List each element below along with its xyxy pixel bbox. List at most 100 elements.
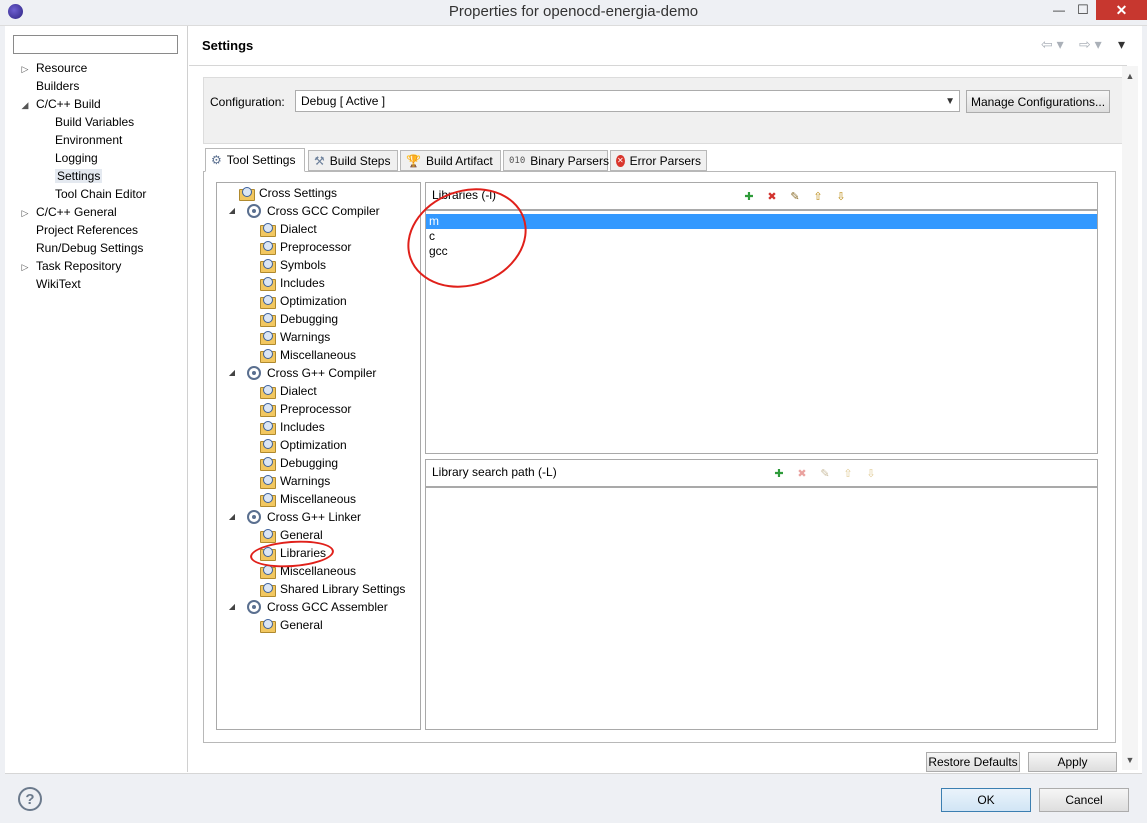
list-item[interactable]: m xyxy=(426,214,1097,229)
tree-leaf-node[interactable]: Shared Library Settings xyxy=(260,580,405,598)
list-item[interactable]: gcc xyxy=(426,244,1097,259)
tree-node-label: Miscellaneous xyxy=(280,492,357,506)
tree-leaf-node[interactable]: Debugging xyxy=(260,310,338,328)
help-icon[interactable]: ? xyxy=(18,787,42,811)
apply-button[interactable]: Apply xyxy=(1028,752,1117,772)
library-search-path-list[interactable] xyxy=(425,487,1098,730)
maximize-button[interactable]: ☐ xyxy=(1072,0,1094,20)
tree-leaf-node[interactable]: Warnings xyxy=(260,328,330,346)
tab-label: Error Parsers xyxy=(629,153,701,168)
collapse-icon[interactable]: ◢ xyxy=(227,202,237,220)
navigation-tree: ▷ Resource Builders ◢ C/C++ Build Build Varia… xyxy=(20,59,185,293)
tree-leaf-node[interactable]: Cross Settings xyxy=(239,184,337,202)
edit-icon[interactable]: ✎ xyxy=(788,189,802,203)
nav-item[interactable]: Run/Debug Settings xyxy=(20,239,185,257)
tree-node-label: Cross G++ Linker xyxy=(267,510,362,524)
scroll-down-icon[interactable]: ▼ xyxy=(1122,752,1138,768)
expand-icon[interactable]: ▷ xyxy=(20,204,30,222)
option-category-icon xyxy=(260,529,276,543)
tree-leaf-node[interactable]: Preprocessor xyxy=(260,238,351,256)
libraries-header: Libraries (-l) ✚ ✖ ✎ ⇧ ⇩ xyxy=(425,182,1098,210)
tree-tool-node[interactable]: ◢ Cross GCC Assembler xyxy=(227,598,388,616)
libraries-list[interactable]: m c gcc xyxy=(425,210,1098,454)
move-up-icon[interactable]: ⇧ xyxy=(811,189,825,203)
tree-leaf-node[interactable]: Preprocessor xyxy=(260,400,351,418)
tree-leaf-node[interactable]: Dialect xyxy=(260,220,317,238)
tree-leaf-node[interactable]: Libraries xyxy=(260,544,326,562)
tree-leaf-node[interactable]: Optimization xyxy=(260,436,347,454)
vertical-scrollbar[interactable] xyxy=(1122,66,1138,770)
nav-item-label: Settings xyxy=(55,169,103,183)
tree-leaf-node[interactable]: Miscellaneous xyxy=(260,562,356,580)
tab-build-steps[interactable]: ⚒ Build Steps xyxy=(308,150,398,171)
collapse-icon[interactable]: ◢ xyxy=(227,508,237,526)
tool-settings-tree: Cross Settings ◢ Cross GCC Compiler Dialect… xyxy=(216,182,421,730)
tree-leaf-node[interactable]: Optimization xyxy=(260,292,347,310)
tree-leaf-node[interactable]: Symbols xyxy=(260,256,326,274)
close-button[interactable]: ✕ xyxy=(1096,0,1147,20)
delete-icon[interactable]: ✖ xyxy=(765,189,779,203)
tree-tool-node[interactable]: ◢ Cross G++ Linker xyxy=(227,508,361,526)
nav-item-label: Task Repository xyxy=(36,259,122,273)
tree-leaf-node[interactable]: Debugging xyxy=(260,454,338,472)
move-down-icon[interactable]: ⇩ xyxy=(834,189,848,203)
scroll-up-icon[interactable]: ▲ xyxy=(1122,68,1138,84)
page-title: Settings xyxy=(202,38,254,53)
tree-leaf-node[interactable]: General xyxy=(260,616,323,634)
tree-leaf-node[interactable]: Miscellaneous xyxy=(260,346,356,364)
minimize-button[interactable]: — xyxy=(1048,0,1070,20)
filter-input[interactable] xyxy=(13,35,178,54)
nav-item[interactable]: WikiText xyxy=(20,275,185,293)
nav-item[interactable]: ▷ Task Repository xyxy=(20,257,185,275)
collapse-icon[interactable]: ◢ xyxy=(227,364,237,382)
nav-item[interactable]: Project References xyxy=(20,221,185,239)
manage-configurations-button[interactable]: Manage Configurations... xyxy=(966,90,1110,113)
nav-item[interactable]: ◢ C/C++ Build xyxy=(20,95,185,113)
delete-icon[interactable]: ✖ xyxy=(795,466,809,480)
move-up-icon[interactable]: ⇧ xyxy=(841,466,855,480)
configuration-label: Configuration: xyxy=(210,95,285,109)
option-category-icon xyxy=(260,439,276,453)
view-menu-icon[interactable]: ▾ xyxy=(1118,36,1125,53)
chevron-down-icon: ▼ xyxy=(945,96,955,107)
list-item[interactable]: c xyxy=(426,229,1097,244)
tree-leaf-node[interactable]: Includes xyxy=(260,274,325,292)
tree-leaf-node[interactable]: Warnings xyxy=(260,472,330,490)
tree-node-label: Includes xyxy=(280,420,325,434)
move-down-icon[interactable]: ⇩ xyxy=(864,466,878,480)
tree-tool-node[interactable]: ◢ Cross GCC Compiler xyxy=(227,202,380,220)
nav-item[interactable]: ▷ C/C++ General xyxy=(20,203,185,221)
tree-leaf-node[interactable]: Miscellaneous xyxy=(260,490,356,508)
configuration-select[interactable]: Debug [ Active ] ▼ xyxy=(295,90,960,112)
tab-tool-settings[interactable]: ⚙ Tool Settings xyxy=(205,148,305,172)
nav-item[interactable]: Build Variables xyxy=(20,113,185,131)
add-icon[interactable]: ✚ xyxy=(772,466,786,480)
tab-label: Binary Parsers xyxy=(530,153,609,168)
collapse-icon[interactable]: ◢ xyxy=(227,598,237,616)
expand-icon[interactable]: ▷ xyxy=(20,60,30,78)
expand-icon[interactable]: ▷ xyxy=(20,258,30,276)
nav-item[interactable]: ▷ Resource xyxy=(20,59,185,77)
edit-icon[interactable]: ✎ xyxy=(818,466,832,480)
tab-label: Build Steps xyxy=(329,153,391,168)
tree-tool-node[interactable]: ◢ Cross G++ Compiler xyxy=(227,364,376,382)
nav-item[interactable]: Settings xyxy=(20,167,185,185)
tree-leaf-node[interactable]: Dialect xyxy=(260,382,317,400)
collapse-icon[interactable]: ◢ xyxy=(20,96,30,114)
cancel-button[interactable]: Cancel xyxy=(1039,788,1129,812)
nav-item[interactable]: Environment xyxy=(20,131,185,149)
tab-binary-parsers[interactable]: 010 Binary Parsers xyxy=(503,150,609,171)
nav-item[interactable]: Builders xyxy=(20,77,185,95)
ok-button[interactable]: OK xyxy=(941,788,1031,812)
back-icon[interactable]: ⇦ ▾ xyxy=(1041,36,1064,53)
tab-build-artifact[interactable]: 🏆 Build Artifact xyxy=(400,150,501,171)
nav-item[interactable]: Logging xyxy=(20,149,185,167)
tree-leaf-node[interactable]: General xyxy=(260,526,323,544)
tab-error-parsers[interactable]: ✕ Error Parsers xyxy=(610,150,707,171)
restore-defaults-button[interactable]: Restore Defaults xyxy=(926,752,1020,772)
tree-leaf-node[interactable]: Includes xyxy=(260,418,325,436)
option-category-icon xyxy=(260,349,276,363)
forward-icon[interactable]: ⇨ ▾ xyxy=(1079,36,1102,53)
nav-item[interactable]: Tool Chain Editor xyxy=(20,185,185,203)
add-icon[interactable]: ✚ xyxy=(742,189,756,203)
